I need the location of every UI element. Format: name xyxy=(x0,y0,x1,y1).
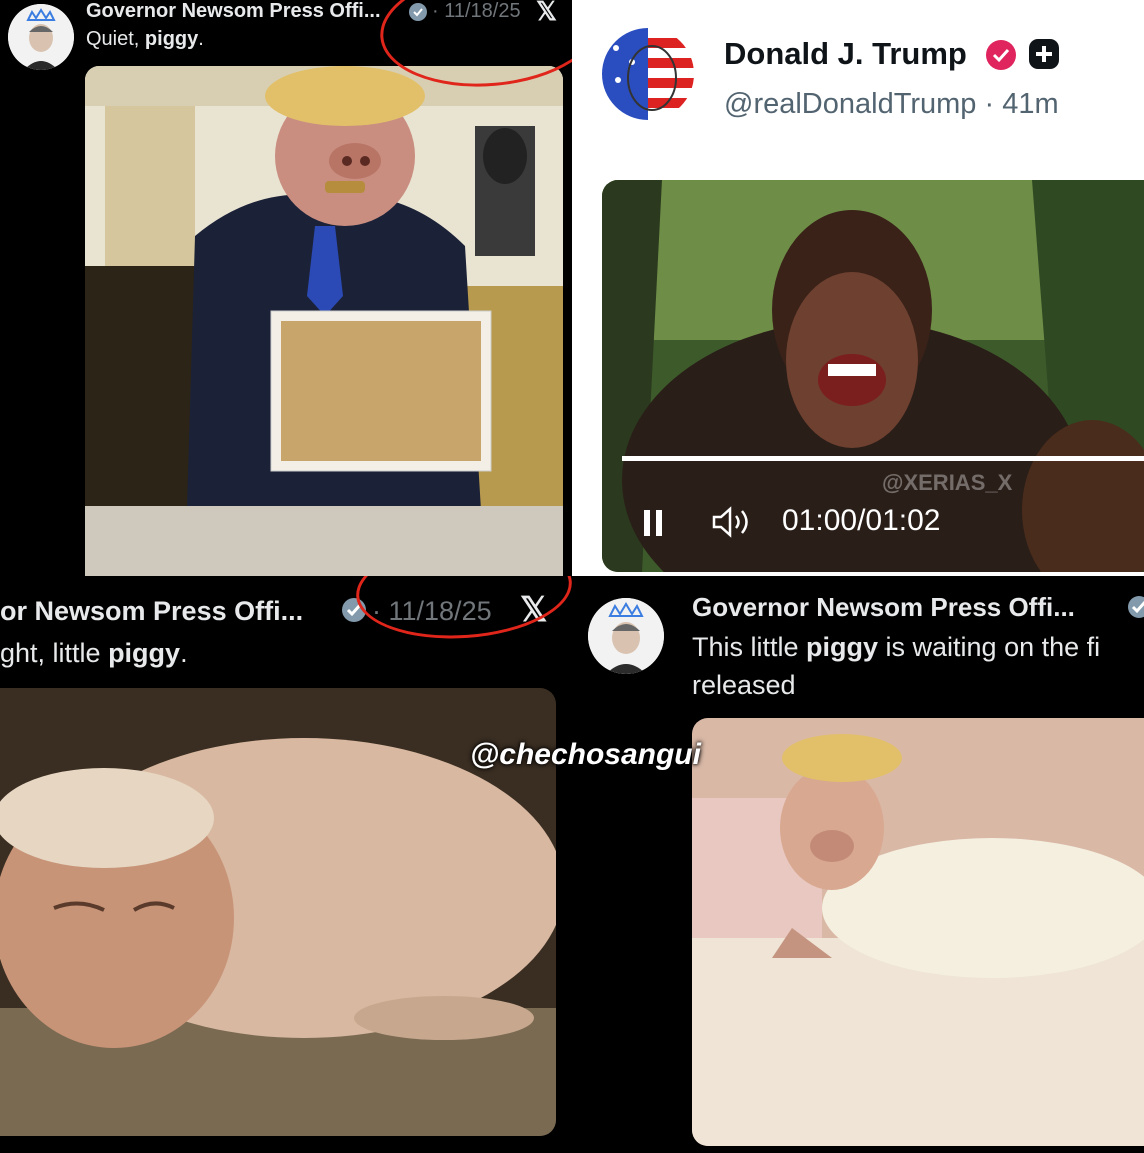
pause-button[interactable] xyxy=(642,510,664,536)
video-watermark: @XERIAS_X xyxy=(882,470,1013,495)
author-name[interactable]: or Newsom Press Offi... xyxy=(0,596,303,627)
trump-avatar-art xyxy=(602,28,694,120)
post-date[interactable]: · 11/18/25 xyxy=(372,596,492,627)
volume-button[interactable] xyxy=(712,506,756,538)
post-text-prefix: This little xyxy=(692,632,807,662)
post-top-left[interactable]: Governor Newsom Press Offi... · 11/18/25… xyxy=(0,0,572,576)
pause-icon xyxy=(644,510,662,536)
post-image-pig-in-bed[interactable] xyxy=(692,718,1144,1146)
affiliate-plus-icon xyxy=(1028,38,1060,75)
video-time: 01:00/01:02 xyxy=(782,504,941,537)
video-player[interactable]: @XERIAS_X 01:00/01:02 xyxy=(602,180,1144,572)
author-name[interactable]: Governor Newsom Press Offi... xyxy=(86,0,381,23)
post-image-pig-oval-office[interactable] xyxy=(85,66,563,576)
x-logo-icon[interactable]: 𝕏 xyxy=(536,0,557,27)
post-text: Quiet, piggy. xyxy=(86,28,204,51)
verified-badge-icon xyxy=(984,38,1018,77)
speaker-icon xyxy=(712,506,748,538)
verified-badge-icon xyxy=(1126,594,1144,625)
post-text-suffix: . xyxy=(198,28,204,50)
x-logo-icon[interactable]: 𝕏 xyxy=(520,590,547,630)
verified-badge-icon xyxy=(408,2,428,27)
video-progress-fill xyxy=(622,456,1144,461)
author-name[interactable]: Donald J. Trump xyxy=(724,36,967,72)
post-text-suffix: is waiting on the fi xyxy=(878,632,1101,662)
post-date-value: 11/18/25 xyxy=(444,0,521,22)
post-text-bold: piggy xyxy=(144,28,199,50)
author-handle-and-time[interactable]: @realDonaldTrump · 41m xyxy=(724,88,1059,121)
post-date-value: 11/18/25 xyxy=(388,596,492,626)
post-bottom-left[interactable]: or Newsom Press Offi... · 11/18/25 𝕏 ght… xyxy=(0,576,572,1153)
post-bottom-right[interactable]: Governor Newsom Press Offi... This littl… xyxy=(572,576,1144,1153)
author-handle: @realDonaldTrump xyxy=(724,88,977,120)
post-top-right[interactable]: Donald J. Trump @realDonaldTrump · 41m @… xyxy=(572,0,1144,576)
meta-separator: · xyxy=(984,88,995,120)
creator-watermark: @chechosangui xyxy=(470,738,701,771)
author-name-text: Donald J. Trump xyxy=(724,36,967,71)
pig-oval-office-illustration xyxy=(85,66,563,576)
post-date[interactable]: · 11/18/25 xyxy=(432,0,521,23)
post-text-prefix: ght, little xyxy=(0,638,109,668)
post-text-line-1: This little piggy is waiting on the fi xyxy=(692,632,1100,663)
newsom-avatar[interactable] xyxy=(8,4,74,70)
post-text-bold: piggy xyxy=(108,638,181,668)
newsom-avatar[interactable] xyxy=(588,598,664,674)
post-text: ght, little piggy. xyxy=(0,638,188,669)
newsom-avatar-art xyxy=(588,598,664,674)
post-text-line-2: released xyxy=(692,670,796,700)
post-time: 41m xyxy=(1002,88,1059,120)
trump-avatar[interactable] xyxy=(602,28,694,120)
author-name[interactable]: Governor Newsom Press Offi... xyxy=(692,592,1075,623)
post-text-prefix: Quiet, xyxy=(86,28,145,50)
verified-badge-icon xyxy=(340,596,368,629)
post-text-suffix: . xyxy=(180,638,188,668)
video-progress-track[interactable] xyxy=(622,456,1144,461)
post-text-bold: piggy xyxy=(806,632,879,662)
newsom-avatar-art xyxy=(8,4,74,70)
pig-in-bed-illustration xyxy=(692,718,1144,1146)
